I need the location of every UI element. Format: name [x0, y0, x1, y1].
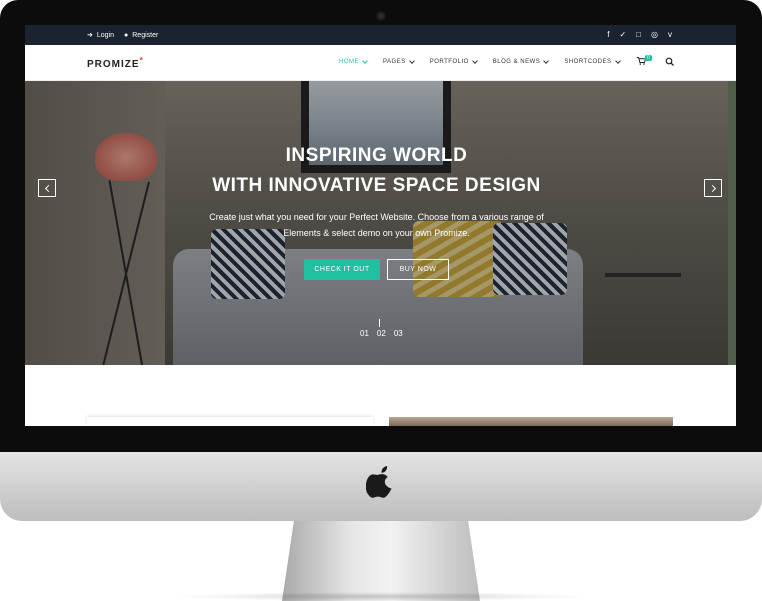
auth-links: ➜ Login ● Register: [87, 31, 158, 40]
logo-star: *: [139, 56, 144, 65]
hero-subtitle-line1: Create just what you need for your Perfe…: [209, 212, 544, 222]
facebook-icon[interactable]: f: [607, 30, 609, 40]
nav-item-label: PAGES: [383, 59, 406, 65]
next-slide-peek: [728, 81, 736, 365]
camera-icon: [376, 11, 386, 21]
hero-title-line2: WITH INNOVATIVE SPACE DESIGN: [212, 175, 541, 196]
nav-item-pages[interactable]: PAGES: [383, 58, 415, 65]
feature-card-right-image: [389, 417, 673, 426]
stand-shadow: [170, 592, 592, 601]
nav-item-home[interactable]: HOME: [339, 58, 368, 65]
login-link[interactable]: ➜ Login: [87, 31, 115, 40]
social-links: f ✓ □ ◎ v: [607, 30, 672, 40]
login-label: Login: [96, 31, 115, 39]
register-label: Register: [132, 31, 159, 39]
chevron-right-icon: [708, 184, 716, 192]
nav-item-label: PORTFOLIO: [429, 59, 469, 65]
register-link[interactable]: ● Register: [124, 32, 158, 39]
chevron-left-icon: [44, 184, 52, 192]
chevron-down-icon: [471, 58, 478, 64]
sign-in-icon: ➜: [87, 32, 93, 39]
buy-now-button[interactable]: BUY NOW: [387, 259, 449, 280]
logo-text: PROMIZE: [87, 59, 140, 70]
vimeo-icon[interactable]: v: [668, 30, 672, 40]
chevron-down-icon: [362, 58, 368, 64]
main-navbar: PROMIZE* HOME PAGES PORTFOLIO BLOG & NEW…: [25, 45, 736, 81]
nav-menu: HOME PAGES PORTFOLIO BLOG & NEWS SHORTCO…: [339, 58, 636, 65]
chevron-down-icon: [408, 58, 415, 64]
check-it-out-button[interactable]: CHECK IT OUT: [304, 259, 380, 280]
twitter-icon[interactable]: ✓: [619, 30, 626, 40]
nav-item-label: HOME: [339, 59, 359, 65]
apple-logo-icon: [366, 466, 392, 498]
search-icon[interactable]: [665, 57, 675, 67]
monitor-stand: [282, 521, 480, 601]
cart-button[interactable]: 0: [637, 55, 652, 67]
chevron-down-icon: [543, 58, 550, 64]
site-logo[interactable]: PROMIZE*: [87, 56, 144, 70]
nav-item-portfolio[interactable]: PORTFOLIO: [429, 58, 478, 65]
slide-dot-01[interactable]: 01: [360, 329, 369, 338]
imac-mockup: ➜ Login ● Register f ✓ □ ◎ v PROMIZE* HO…: [0, 0, 762, 601]
nav-item-shortcodes[interactable]: SHORTCODES: [564, 58, 621, 65]
nav-item-blog-news[interactable]: BLOG & NEWS: [492, 58, 550, 65]
slider-pagination: 01 02 03: [360, 319, 403, 338]
browser-screen: ➜ Login ● Register f ✓ □ ◎ v PROMIZE* HO…: [25, 25, 736, 426]
active-slide-indicator: [379, 319, 380, 327]
cart-count-badge: 0: [645, 55, 652, 61]
nav-item-label: SHORTCODES: [564, 59, 612, 65]
slider-prev-button[interactable]: [38, 179, 56, 197]
user-icon: ●: [124, 31, 129, 39]
slider-next-button[interactable]: [704, 179, 722, 197]
slide-dot-02[interactable]: 02: [377, 329, 386, 338]
hero-slider: INSPIRING WORLD WITH INNOVATIVE SPACE DE…: [25, 81, 728, 365]
hero-title-line1: INSPIRING WORLD: [285, 145, 468, 166]
slide-dot-03[interactable]: 03: [394, 329, 403, 338]
feature-card-left: [87, 417, 373, 426]
hero-subtitle-line2: Elements & select demo on your own Promi…: [283, 228, 470, 238]
nav-item-label: BLOG & NEWS: [492, 59, 541, 65]
dribbble-icon[interactable]: ◎: [651, 30, 658, 40]
instagram-icon[interactable]: □: [636, 30, 641, 40]
chevron-down-icon: [614, 58, 621, 64]
content-section: [25, 365, 736, 426]
top-bar: ➜ Login ● Register f ✓ □ ◎ v: [25, 25, 736, 45]
